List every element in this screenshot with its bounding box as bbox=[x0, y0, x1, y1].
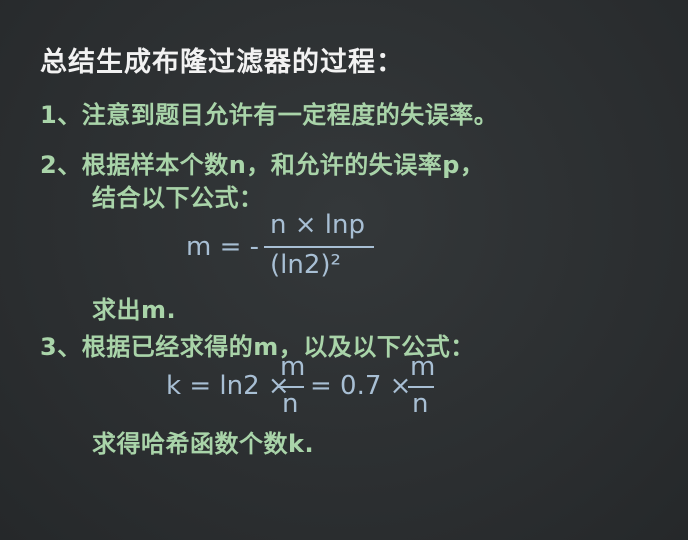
formula2-prefix: k = ln2 × bbox=[166, 371, 290, 401]
formula2-frac2-numerator: m bbox=[410, 352, 436, 382]
formula2-frac1-numerator: m bbox=[280, 352, 306, 382]
formula2-frac2-bar bbox=[408, 386, 434, 388]
formula2-frac1-denominator: n bbox=[282, 389, 299, 419]
formula2-frac1-bar bbox=[278, 386, 304, 388]
formula1-denominator: (ln2)² bbox=[270, 250, 341, 280]
step-3-result: 求得哈希函数个数k. bbox=[92, 430, 315, 458]
step-2-result: 求出m. bbox=[92, 296, 177, 324]
step-2-line-1: 2、根据样本个数n，和允许的失误率p， bbox=[40, 151, 485, 179]
formula2-frac2-denominator: n bbox=[412, 389, 429, 419]
step-2-line-2: 结合以下公式： bbox=[92, 184, 264, 212]
slide: 总结生成布隆过滤器的过程： 1、注意到题目允许有一定程度的失误率。 2、根据样本… bbox=[0, 0, 688, 540]
formula1-numerator: n × lnp bbox=[270, 210, 365, 240]
formula1-fraction-bar bbox=[264, 246, 374, 248]
formula2-middle: = 0.7 × bbox=[310, 371, 412, 401]
formula1-lhs: m = - bbox=[186, 232, 260, 262]
slide-title: 总结生成布隆过滤器的过程： bbox=[40, 47, 404, 78]
step-1-text: 1、注意到题目允许有一定程度的失误率。 bbox=[40, 101, 499, 129]
